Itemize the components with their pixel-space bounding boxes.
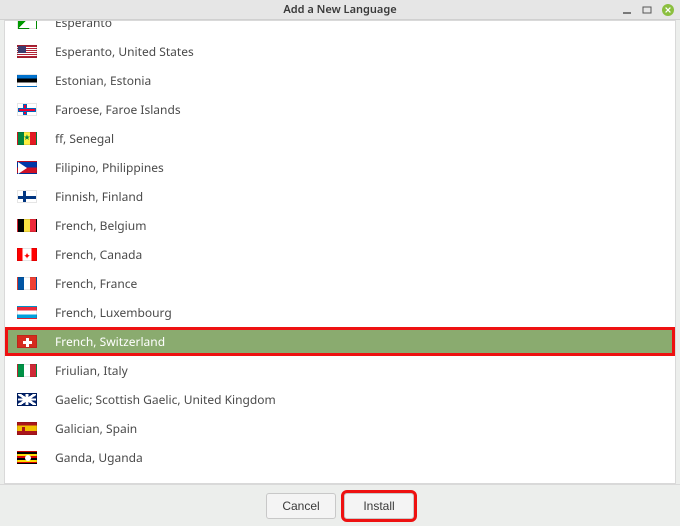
flag-icon bbox=[17, 335, 37, 348]
language-label: Gaelic; Scottish Gaelic, United Kingdom bbox=[55, 391, 276, 408]
flag-icon bbox=[17, 451, 37, 464]
language-row[interactable]: Finnish, Finland bbox=[5, 182, 675, 211]
dialog-footer: Cancel Install bbox=[0, 484, 680, 526]
flag-icon bbox=[17, 219, 37, 232]
language-row[interactable]: Filipino, Philippines bbox=[5, 153, 675, 182]
language-row[interactable]: French, Canada bbox=[5, 240, 675, 269]
language-row[interactable]: ff, Senegal bbox=[5, 124, 675, 153]
flag-icon bbox=[17, 277, 37, 290]
language-row[interactable]: Estonian, Estonia bbox=[5, 66, 675, 95]
language-label: Estonian, Estonia bbox=[55, 72, 151, 89]
language-label: French, Luxembourg bbox=[55, 304, 172, 321]
language-row[interactable]: Faroese, Faroe Islands bbox=[5, 95, 675, 124]
language-label: Esperanto, United States bbox=[55, 43, 194, 60]
language-row[interactable]: Galician, Spain bbox=[5, 414, 675, 443]
language-label: French, Canada bbox=[55, 246, 142, 263]
window-controls bbox=[622, 4, 674, 16]
language-label: ff, Senegal bbox=[55, 130, 114, 147]
language-label: Filipino, Philippines bbox=[55, 159, 164, 176]
close-button[interactable] bbox=[662, 4, 674, 16]
install-button[interactable]: Install bbox=[344, 493, 414, 519]
language-label: Friulian, Italy bbox=[55, 362, 128, 379]
language-row[interactable]: French, Switzerland bbox=[5, 327, 675, 356]
language-row[interactable]: Gaelic; Scottish Gaelic, United Kingdom bbox=[5, 385, 675, 414]
flag-icon bbox=[17, 422, 37, 435]
flag-icon bbox=[17, 190, 37, 203]
minimize-button[interactable] bbox=[622, 5, 632, 15]
add-language-window: Add a New Language Esperanto Esperanto, U… bbox=[0, 0, 680, 526]
maximize-button[interactable] bbox=[642, 5, 652, 15]
flag-icon bbox=[17, 393, 37, 406]
language-row[interactable]: Friulian, Italy bbox=[5, 356, 675, 385]
flag-icon bbox=[17, 161, 37, 174]
flag-icon bbox=[17, 74, 37, 87]
titlebar: Add a New Language bbox=[0, 0, 680, 20]
language-list[interactable]: Esperanto Esperanto, United States Estonia… bbox=[5, 21, 675, 483]
flag-icon bbox=[17, 364, 37, 377]
language-label: French, Switzerland bbox=[55, 333, 165, 350]
language-row[interactable]: French, Luxembourg bbox=[5, 298, 675, 327]
language-label: French, Belgium bbox=[55, 217, 146, 234]
flag-icon bbox=[17, 45, 37, 58]
language-label: Galician, Spain bbox=[55, 420, 137, 437]
flag-icon bbox=[17, 306, 37, 319]
language-label: Esperanto bbox=[55, 21, 112, 31]
language-label: Faroese, Faroe Islands bbox=[55, 101, 181, 118]
language-list-container: Esperanto Esperanto, United States Estonia… bbox=[4, 20, 676, 484]
flag-icon bbox=[17, 132, 37, 145]
language-label: Ganda, Uganda bbox=[55, 449, 143, 466]
language-label: French, France bbox=[55, 275, 137, 292]
flag-icon bbox=[17, 21, 37, 29]
language-row[interactable]: Ganda, Uganda bbox=[5, 443, 675, 472]
language-row[interactable]: Esperanto, United States bbox=[5, 37, 675, 66]
language-row[interactable]: French, Belgium bbox=[5, 211, 675, 240]
language-label: Finnish, Finland bbox=[55, 188, 143, 205]
language-row[interactable]: Esperanto bbox=[5, 21, 675, 37]
flag-icon bbox=[17, 103, 37, 116]
language-row[interactable]: French, France bbox=[5, 269, 675, 298]
cancel-button[interactable]: Cancel bbox=[266, 493, 336, 519]
flag-icon bbox=[17, 248, 37, 261]
window-title: Add a New Language bbox=[0, 2, 680, 17]
